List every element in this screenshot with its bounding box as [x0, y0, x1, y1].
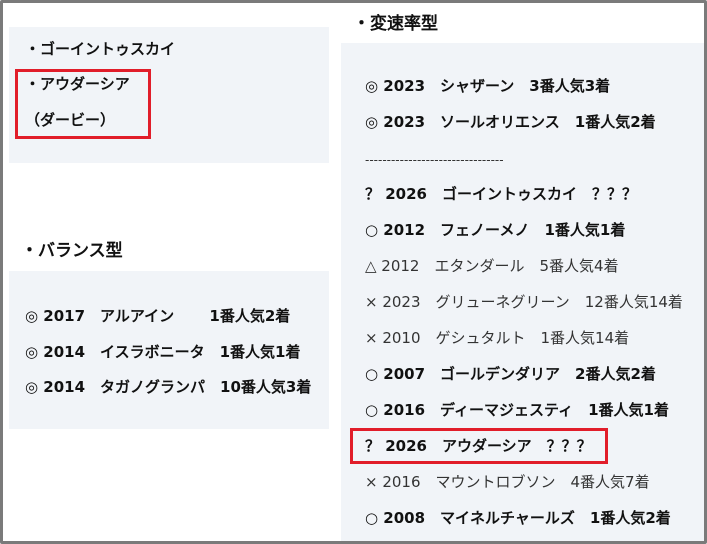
highlight-box-audacia-derby — [15, 69, 151, 139]
record-row: △ 2012 エタンダール 5番人気4着 — [365, 257, 619, 275]
record-row: ○ 2007 ゴールデンダリア 2番人気2着 — [365, 365, 656, 383]
record-row: ◎ 2023 シャザーン 3番人気3着 — [365, 77, 611, 95]
balance-row: ◎ 2014 イスラボニータ 1番人気1着 — [25, 343, 301, 361]
record-row: ○ 2016 ディーマジェスティ 1番人気1着 — [365, 401, 669, 419]
record-row: × 2016 マウントロブソン 4番人気7着 — [365, 473, 650, 491]
balance-row: ◎ 2014 タガノグランパ 10番人気3着 — [25, 378, 312, 396]
record-row: ○ 2008 マイネルチャールズ 1番人気2着 — [365, 509, 671, 527]
balance-row: ◎ 2017 アルアイン 1番人気2着 — [25, 307, 291, 325]
record-row: × 2023 グリューネグリーン 12番人気14着 — [365, 293, 683, 311]
highlight-box-audacia-2026 — [350, 428, 608, 464]
variable-speed-heading: ・変速率型 — [353, 14, 438, 34]
record-row: ○ 2012 フェノーメノ 1番人気1着 — [365, 221, 626, 239]
record-row: ◎ 2023 ソールオリエンス 1番人気2着 — [365, 113, 656, 131]
item-go-into-sky: ・ゴーイントゥスカイ — [25, 40, 176, 58]
record-row: × 2010 ゲシュタルト 1番人気14着 — [365, 329, 630, 347]
document-frame: ・ゴーイントゥスカイ ・アウダーシア （ダービー） ・バランス型 ◎ 2017 … — [0, 0, 707, 544]
record-row: ？ 2026 ゴーイントゥスカイ ？？？ — [365, 185, 637, 203]
separator-line: -------------------------------- — [365, 153, 504, 167]
balance-heading: ・バランス型 — [21, 241, 123, 261]
